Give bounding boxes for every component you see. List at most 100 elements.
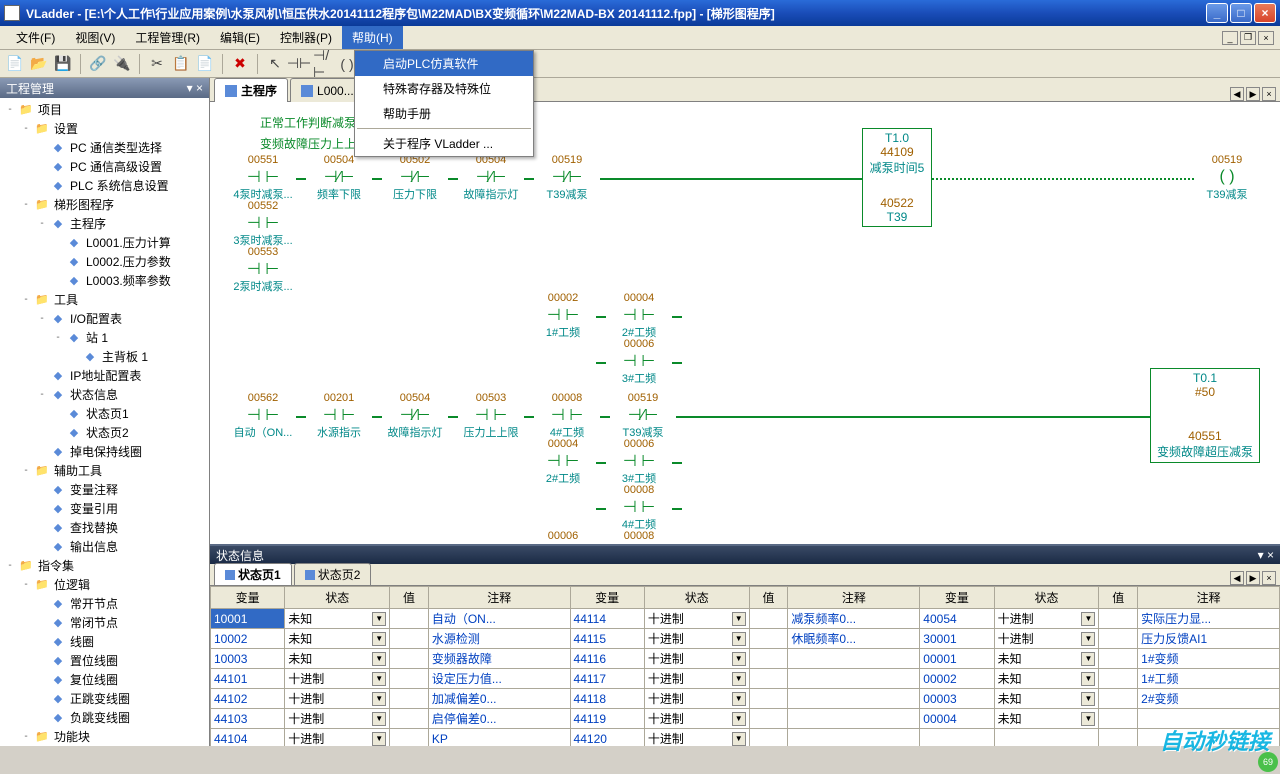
minimize-button[interactable]: _	[1206, 3, 1228, 23]
tab-next-button[interactable]: ▶	[1246, 87, 1260, 101]
grid-header[interactable]: 变量	[920, 587, 994, 609]
ladder-contact[interactable]: 00503⊣ ⊢压力上上限	[458, 392, 524, 438]
tree-node[interactable]: ◆正跳变线圈	[0, 689, 209, 708]
project-panel-pin-icon[interactable]: ▾ ×	[187, 81, 203, 95]
menu-item[interactable]: 帮助(H)	[342, 26, 403, 49]
grid-header[interactable]: 状态	[644, 587, 749, 609]
grid-row[interactable]: 44102十进制▼加减偏差0...44118十进制▼00003未知▼2#变频	[211, 689, 1280, 709]
tree-node[interactable]: ◆主背板 1	[0, 347, 209, 366]
grid-row[interactable]: 44101十进制▼设定压力值...44117十进制▼00002未知▼1#工频	[211, 669, 1280, 689]
tree-node[interactable]: ◆置位线圈	[0, 651, 209, 670]
dropdown-item[interactable]: 特殊寄存器及特殊位	[355, 76, 533, 101]
dropdown-arrow-icon[interactable]: ▼	[372, 712, 386, 726]
dropdown-arrow-icon[interactable]: ▼	[1081, 632, 1095, 646]
tree-node[interactable]: ◆IP地址配置表	[0, 366, 209, 385]
disconnect-button[interactable]: 🔌	[111, 53, 133, 75]
grid-header[interactable]: 注释	[428, 587, 570, 609]
tab-prev-button[interactable]: ◀	[1230, 87, 1244, 101]
tree-node[interactable]: -📁指令集	[0, 556, 209, 575]
dropdown-item[interactable]: 帮助手册	[355, 101, 533, 126]
tree-node[interactable]: -📁位逻辑	[0, 575, 209, 594]
tree-node[interactable]: ◆PC 通信类型选择	[0, 138, 209, 157]
menu-item[interactable]: 工程管理(R)	[125, 26, 210, 49]
tree-node[interactable]: -◆I/O配置表	[0, 309, 209, 328]
grid-row[interactable]: 10002未知▼水源检测44115十进制▼休眠频率0...30001十进制▼压力…	[211, 629, 1280, 649]
menu-item[interactable]: 文件(F)	[6, 26, 65, 49]
connect-button[interactable]: 🔗	[87, 53, 109, 75]
ladder-contact[interactable]: 00504⊣∕⊢故障指示灯	[382, 392, 448, 438]
paste-button[interactable]: 📄	[194, 53, 216, 75]
tree-node[interactable]: -◆主程序	[0, 214, 209, 233]
menu-item[interactable]: 编辑(E)	[210, 26, 270, 49]
ladder-contact[interactable]: 00008⊣ ⊢4#工频	[534, 392, 600, 438]
dropdown-arrow-icon[interactable]: ▼	[372, 612, 386, 626]
ladder-contact[interactable]: 00004⊣ ⊢2#工频	[530, 438, 596, 484]
grid-header[interactable]: 注释	[1138, 587, 1280, 609]
child-minimize-button[interactable]: _	[1222, 31, 1238, 45]
dropdown-arrow-icon[interactable]: ▼	[1081, 652, 1095, 666]
tab-close-button[interactable]: ×	[1262, 87, 1276, 101]
grid-row[interactable]: 44104十进制▼KP44120十进制▼	[211, 729, 1280, 747]
tree-node[interactable]: ◆L0003.频率参数	[0, 271, 209, 290]
grid-header[interactable]: 状态	[285, 587, 390, 609]
status-grid[interactable]: 变量状态值注释变量状态值注释变量状态值注释10001未知▼自动（ON...441…	[210, 586, 1280, 746]
tree-node[interactable]: -📁梯形图程序	[0, 195, 209, 214]
ladder-contact[interactable]: 00008⊣ ⊢4#工频	[606, 484, 672, 530]
dropdown-arrow-icon[interactable]: ▼	[732, 712, 746, 726]
tree-node[interactable]: ◆L0001.压力计算	[0, 233, 209, 252]
new-button[interactable]: 📄	[4, 53, 26, 75]
dropdown-arrow-icon[interactable]: ▼	[732, 692, 746, 706]
tree-node[interactable]: ◆PLC 系统信息设置	[0, 176, 209, 195]
ladder-contact[interactable]: 00008⊣ ⊢4#工频	[606, 530, 672, 544]
ladder-canvas[interactable]: 正常工作判断减泵 变频故障压力上上限减泵 00551⊣ ⊢4泵时减泵...005…	[210, 102, 1280, 544]
ladder-contact[interactable]: 00519⊣∕⊢T39减泵	[534, 154, 600, 200]
cursor-button[interactable]: ↖	[264, 53, 286, 75]
contact-nc-button[interactable]: ⊣/⊢	[312, 53, 334, 75]
child-restore-button[interactable]: ❐	[1240, 31, 1256, 45]
ladder-contact[interactable]: 00562⊣ ⊢自动（ON...	[230, 392, 296, 438]
dropdown-arrow-icon[interactable]: ▼	[1081, 612, 1095, 626]
status-tab-prev[interactable]: ◀	[1230, 571, 1244, 585]
ladder-contact[interactable]: 00002⊣ ⊢1#工频	[530, 292, 596, 338]
grid-header[interactable]: 值	[1099, 587, 1138, 609]
grid-row[interactable]: 44103十进制▼启停偏差0...44119十进制▼00004未知▼	[211, 709, 1280, 729]
ladder-contact[interactable]: 00553⊣ ⊢2泵时减泵...	[230, 246, 296, 292]
cut-button[interactable]: ✂	[146, 53, 168, 75]
tree-node[interactable]: -◆状态信息	[0, 385, 209, 404]
grid-header[interactable]: 值	[390, 587, 429, 609]
grid-header[interactable]: 注释	[788, 587, 920, 609]
tree-node[interactable]: ◆常开节点	[0, 594, 209, 613]
tree-node[interactable]: ◆变量引用	[0, 499, 209, 518]
save-button[interactable]: 💾	[52, 53, 74, 75]
ladder-contact[interactable]: 00504⊣∕⊢频率下限	[306, 154, 372, 200]
tree-node[interactable]: ◆查找替换	[0, 518, 209, 537]
close-button[interactable]: ×	[1254, 3, 1276, 23]
editor-tab[interactable]: 主程序	[214, 78, 288, 102]
dropdown-arrow-icon[interactable]: ▼	[372, 652, 386, 666]
status-panel-controls[interactable]: ▾ ×	[1258, 548, 1274, 562]
dropdown-arrow-icon[interactable]: ▼	[732, 632, 746, 646]
grid-row[interactable]: 10003未知▼变频器故障44116十进制▼00001未知▼1#变频	[211, 649, 1280, 669]
child-close-button[interactable]: ×	[1258, 31, 1274, 45]
menu-item[interactable]: 控制器(P)	[270, 26, 342, 49]
ladder-contact[interactable]: 00502⊣∕⊢压力下限	[382, 154, 448, 200]
ladder-contact[interactable]: 00504⊣∕⊢故障指示灯	[458, 154, 524, 200]
ladder-contact[interactable]: 00519( )T39减泵	[1194, 154, 1260, 200]
ladder-contact[interactable]: 00551⊣ ⊢4泵时减泵...	[230, 154, 296, 200]
dropdown-arrow-icon[interactable]: ▼	[372, 672, 386, 686]
tree-node[interactable]: -📁功能块	[0, 727, 209, 746]
ladder-rung[interactable]: 00551⊣ ⊢4泵时减泵...00504⊣∕⊢频率下限00502⊣∕⊢压力下限…	[230, 154, 1260, 384]
tree-node[interactable]: ◆输出信息	[0, 537, 209, 556]
status-tab-close[interactable]: ×	[1262, 571, 1276, 585]
status-tab[interactable]: 状态页1	[214, 563, 292, 585]
dropdown-arrow-icon[interactable]: ▼	[1081, 712, 1095, 726]
tree-node[interactable]: ◆线圈	[0, 632, 209, 651]
ladder-contact[interactable]: 00006⊣ ⊢3#工频	[530, 530, 596, 544]
dropdown-arrow-icon[interactable]: ▼	[372, 632, 386, 646]
menu-item[interactable]: 视图(V)	[65, 26, 125, 49]
dropdown-arrow-icon[interactable]: ▼	[372, 692, 386, 706]
dropdown-arrow-icon[interactable]: ▼	[732, 652, 746, 666]
grid-header[interactable]: 状态	[994, 587, 1099, 609]
grid-header[interactable]: 变量	[570, 587, 644, 609]
tree-node[interactable]: -📁设置	[0, 119, 209, 138]
